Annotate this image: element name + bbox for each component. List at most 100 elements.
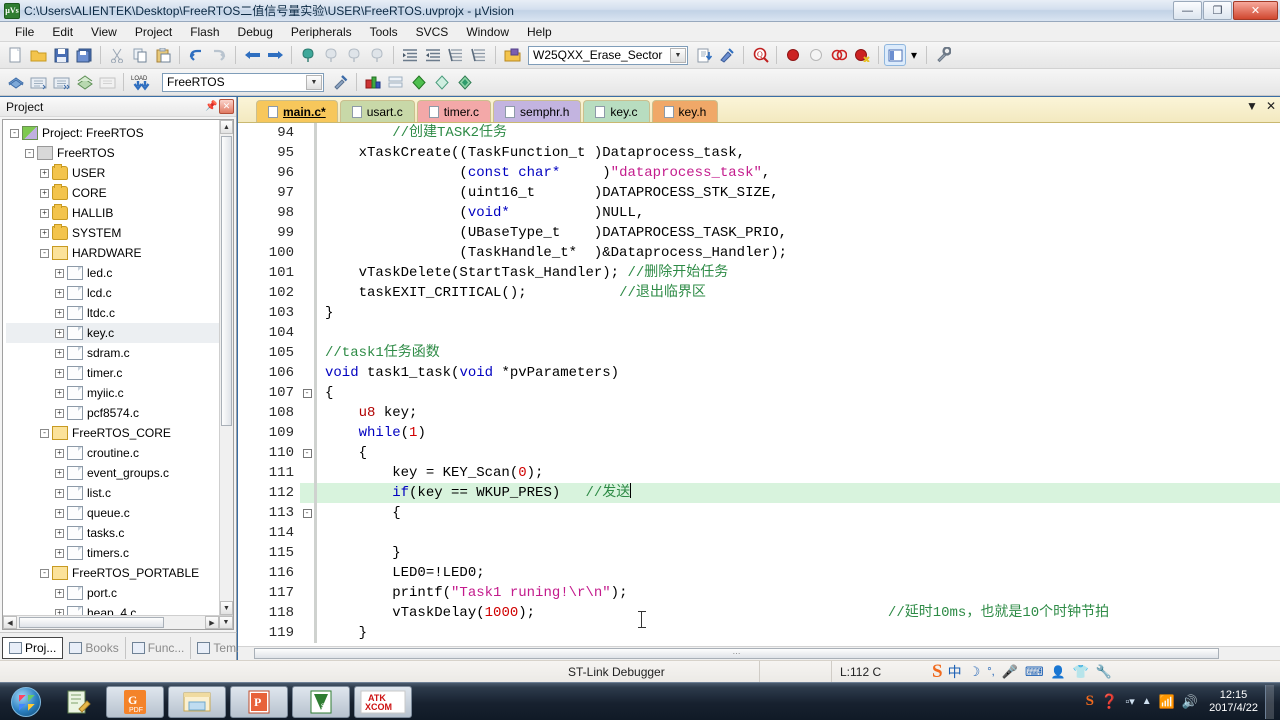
tree-item-led-c[interactable]: + led.c <box>6 263 233 283</box>
editor-tab-mainc[interactable]: main.c* <box>256 100 338 122</box>
hscroll-thumb[interactable] <box>19 617 164 628</box>
code-line[interactable]: 110- { <box>238 443 1280 463</box>
restore-button[interactable]: ❐ <box>1203 1 1232 20</box>
close-icon[interactable]: ✕ <box>219 99 234 114</box>
editor-hscrollbar[interactable]: ⋯ <box>238 646 1280 660</box>
code-line[interactable]: 112 if(key == WKUP_PRES) //发送 <box>238 483 1280 503</box>
disable-breakpoint-icon[interactable] <box>805 44 827 66</box>
taskbar-item-powerpoint[interactable]: P <box>230 685 288 718</box>
taskbar-item-keil-uvision[interactable]: s <box>292 685 350 718</box>
code-line[interactable]: 107-{ <box>238 383 1280 403</box>
expand-icon[interactable]: + <box>55 528 64 538</box>
comment-icon[interactable] <box>445 44 467 66</box>
microphone-icon[interactable]: 🎤 <box>1002 664 1018 680</box>
start-button[interactable] <box>2 685 50 719</box>
project-tree-hscrollbar[interactable]: ◀ ▶ ▼ <box>3 615 233 629</box>
tree-item-queue-c[interactable]: + queue.c <box>6 503 233 523</box>
indent-right-icon[interactable] <box>399 44 421 66</box>
code-line[interactable]: 102 taskEXIT_CRITICAL(); //退出临界区 <box>238 283 1280 303</box>
expand-icon[interactable]: + <box>55 288 64 298</box>
code-line[interactable]: 106 void task1_task(void *pvParameters) <box>238 363 1280 383</box>
rebuild-icon[interactable] <box>50 71 72 93</box>
expand-icon[interactable]: + <box>55 308 64 318</box>
tree-item-ltdc-c[interactable]: + ltdc.c <box>6 303 233 323</box>
tree-item-user[interactable]: + USER <box>6 163 233 183</box>
expand-icon[interactable]: + <box>55 368 64 378</box>
soft-keyboard-icon[interactable]: ⌨ <box>1025 664 1044 680</box>
manage-run-time-env-icon[interactable] <box>408 71 430 93</box>
cut-icon[interactable] <box>106 44 128 66</box>
menu-item-svcs[interactable]: SVCS <box>407 23 458 41</box>
code-line[interactable]: 111 key = KEY_Scan(0); <box>238 463 1280 483</box>
dock-tab-func[interactable]: Func... <box>126 636 192 659</box>
redo-icon[interactable] <box>208 44 230 66</box>
chevron-down-icon[interactable]: ▼ <box>670 47 686 63</box>
expand-icon[interactable]: + <box>40 168 49 178</box>
expand-icon[interactable]: + <box>55 588 64 598</box>
collapse-icon[interactable]: - <box>10 128 19 138</box>
menu-item-view[interactable]: View <box>82 23 126 41</box>
select-software-packs-icon[interactable] <box>454 71 476 93</box>
taskbar-clock[interactable]: 12:15 2017/4/22 <box>1209 689 1258 715</box>
code-line[interactable]: 104 <box>238 323 1280 343</box>
scroll-up-icon[interactable]: ▲ <box>220 120 233 134</box>
ime-mode-label[interactable]: 中 <box>948 662 962 682</box>
project-tree-vscrollbar[interactable]: ▲ ▼ <box>219 120 233 615</box>
tree-item-event_groups-c[interactable]: + event_groups.c <box>6 463 233 483</box>
editor-tab-timerc[interactable]: timer.c <box>416 100 492 122</box>
collapse-icon[interactable]: - <box>40 248 49 258</box>
toolbox-icon[interactable]: 🔧 <box>1096 664 1112 680</box>
expand-icon[interactable]: + <box>55 468 64 478</box>
project-tree[interactable]: - Project: FreeRTOS - FreeRTOS + USER + CORE + HA… <box>3 120 233 623</box>
sogou-icon[interactable]: S <box>1086 693 1094 710</box>
code-line[interactable]: 105 //task1任务函数 <box>238 343 1280 363</box>
tree-item-pcf8574-c[interactable]: + pcf8574.c <box>6 403 233 423</box>
bookmark-toggle-icon[interactable] <box>297 44 319 66</box>
save-all-icon[interactable] <box>73 44 95 66</box>
moon-icon[interactable]: ☽ <box>969 664 981 680</box>
disable-all-breakpoints-icon[interactable] <box>851 44 873 66</box>
kill-all-breakpoints-icon[interactable] <box>828 44 850 66</box>
code-line[interactable]: 116 LED0=!LED0; <box>238 563 1280 583</box>
dock-tab-books[interactable]: Books <box>63 636 126 659</box>
network-icon[interactable]: 📶 <box>1159 694 1175 710</box>
punctuation-icon[interactable]: °, <box>987 666 994 678</box>
open-file-icon[interactable] <box>27 44 49 66</box>
code-line[interactable]: 103} <box>238 303 1280 323</box>
navigate-forward-icon[interactable] <box>264 44 286 66</box>
volume-icon[interactable]: 🔊 <box>1182 694 1198 710</box>
scroll-dropdown-icon[interactable]: ▼ <box>219 616 233 629</box>
tree-item-timer-c[interactable]: + timer.c <box>6 363 233 383</box>
tree-item-sdram-c[interactable]: + sdram.c <box>6 343 233 363</box>
code-line[interactable]: 101 vTaskDelete(StartTask_Handler); //删除… <box>238 263 1280 283</box>
menu-item-debug[interactable]: Debug <box>229 23 282 41</box>
editor-tab-semphrh[interactable]: semphr.h <box>493 100 582 122</box>
tree-item-myiic-c[interactable]: + myiic.c <box>6 383 233 403</box>
tree-item-timers-c[interactable]: + timers.c <box>6 543 233 563</box>
pin-icon[interactable]: 📌 <box>204 99 219 114</box>
paste-icon[interactable] <box>152 44 174 66</box>
collapse-icon[interactable]: - <box>40 568 49 578</box>
code-line[interactable]: 109 while(1) <box>238 423 1280 443</box>
find-in-files-icon[interactable]: Q <box>749 44 771 66</box>
code-line[interactable]: 100 (TaskHandle_t* )&Dataprocess_Handler… <box>238 243 1280 263</box>
start-orb-icon[interactable] <box>11 686 41 717</box>
fold-toggle-icon[interactable]: - <box>300 383 314 403</box>
expand-icon[interactable]: + <box>55 328 64 338</box>
fold-toggle-icon[interactable]: - <box>300 503 314 523</box>
code-line[interactable]: 117 printf("Task1 runing!\r\n"); <box>238 583 1280 603</box>
indent-left-icon[interactable] <box>422 44 444 66</box>
download-icon[interactable] <box>693 44 715 66</box>
tree-item-freertos[interactable]: - FreeRTOS <box>6 143 233 163</box>
taskbar-item-atk-xcom[interactable]: ATK XCOM <box>354 685 412 718</box>
manage-multi-project-icon[interactable] <box>385 71 407 93</box>
new-file-icon[interactable] <box>4 44 26 66</box>
ime-toolbar[interactable]: S 中 ☽ °, 🎤 ⌨ 👤 👕 🔧 <box>924 661 1120 682</box>
build-icon[interactable] <box>27 71 49 93</box>
vscroll-thumb[interactable] <box>221 136 232 426</box>
pack-installer-icon[interactable] <box>431 71 453 93</box>
expand-icon[interactable]: + <box>55 348 64 358</box>
target-selector-combo[interactable]: FreeRTOS ▼ <box>162 72 324 92</box>
menu-item-project[interactable]: Project <box>126 23 181 41</box>
project-window-dropdown-icon[interactable]: ▾ <box>907 44 921 66</box>
